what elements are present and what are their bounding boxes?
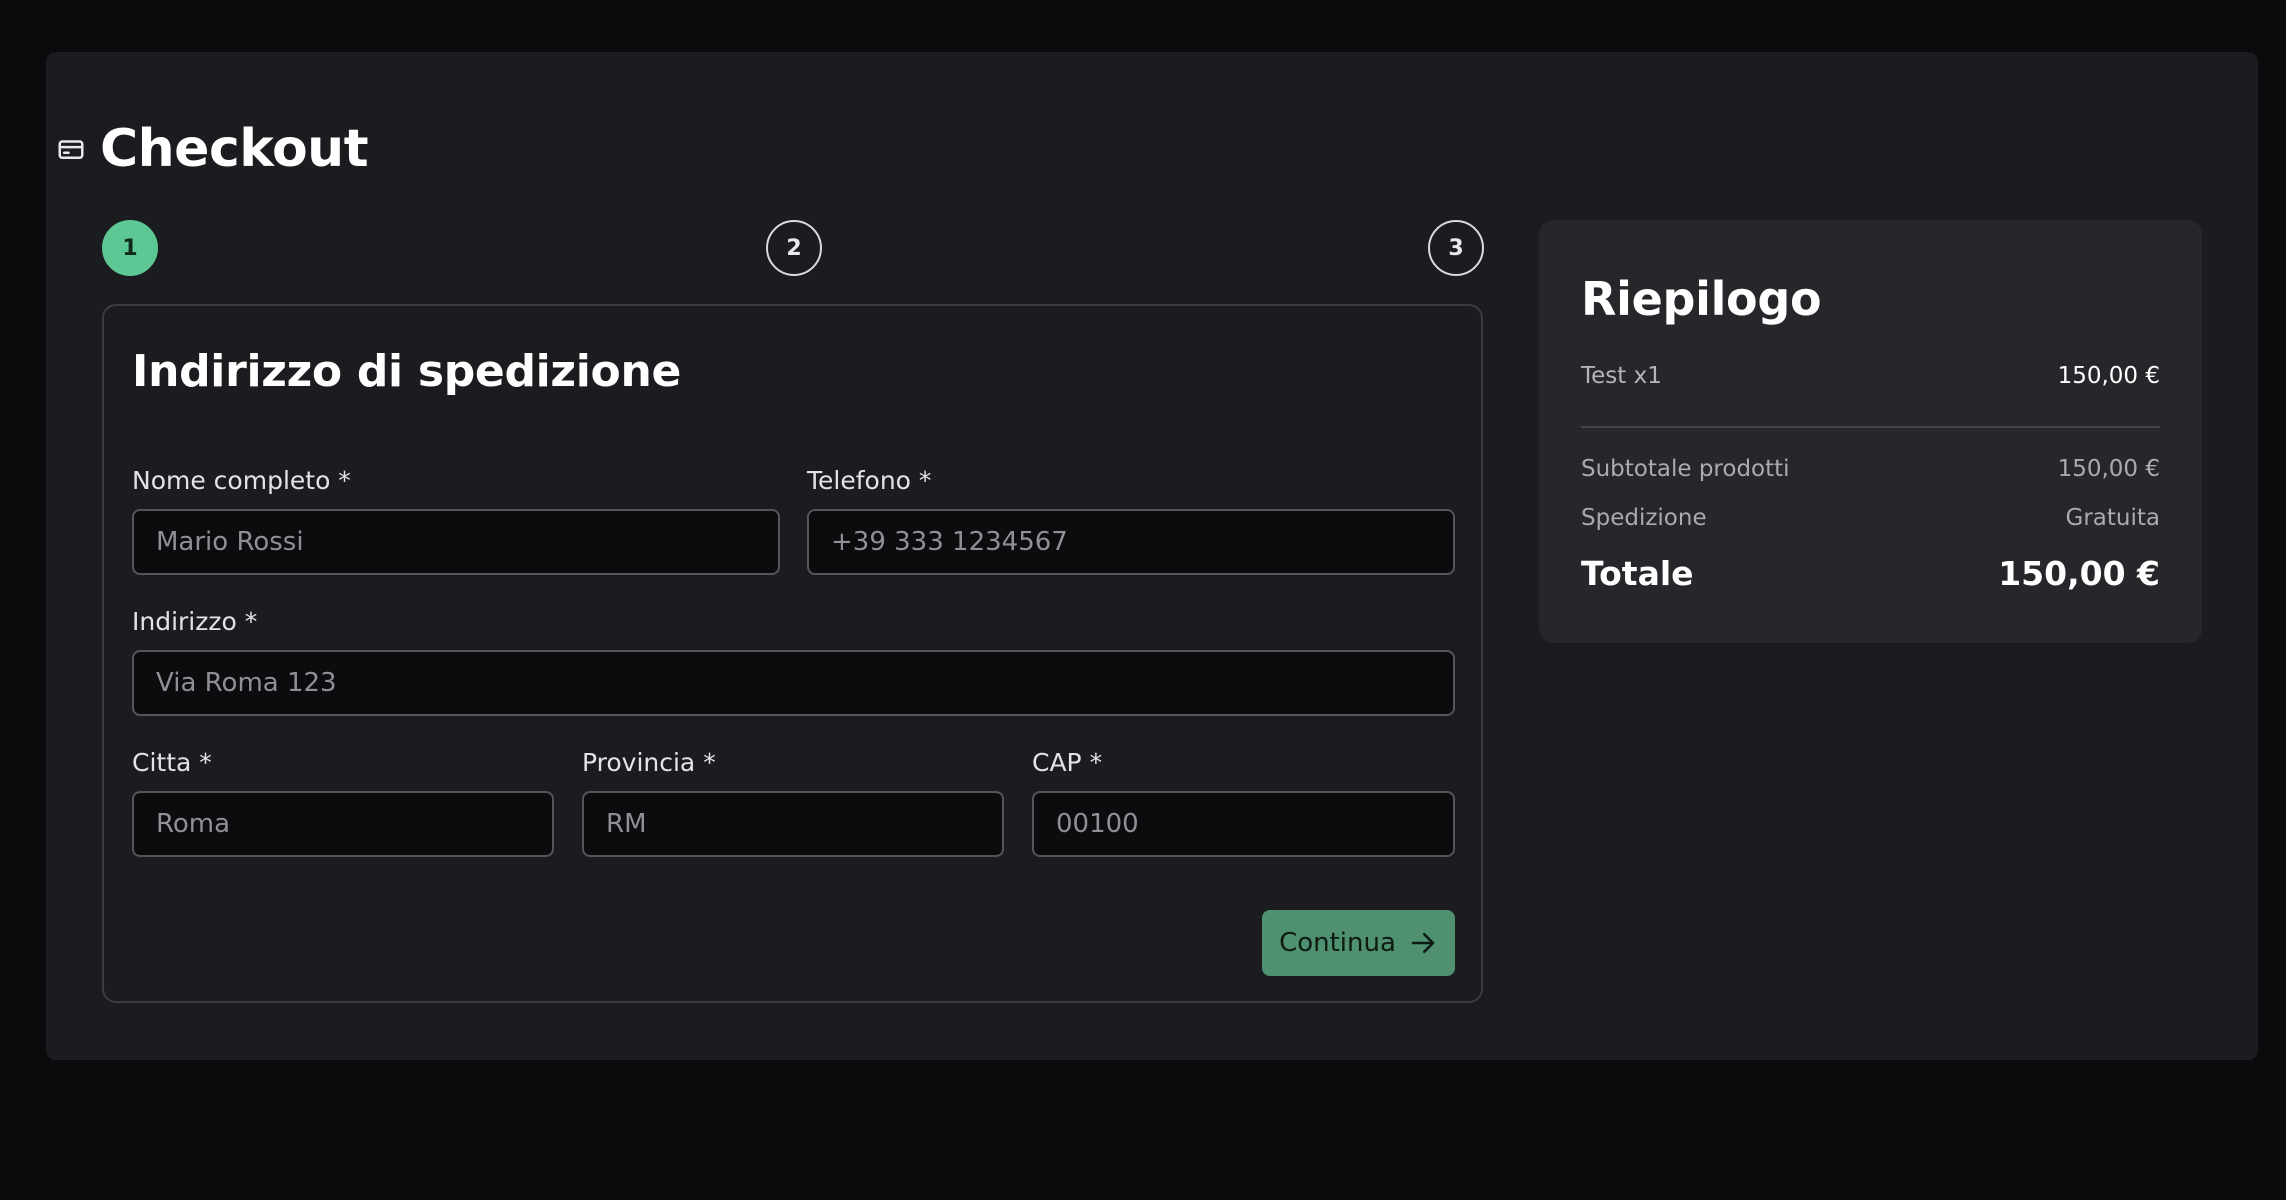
phone-field-group: Telefono *	[807, 466, 1455, 575]
checkout-stepper: 1 2 3	[56, 220, 1484, 278]
shipping-row: Spedizione Gratuita	[1581, 505, 2160, 531]
arrow-right-icon	[1408, 928, 1438, 958]
subtotal-value: 150,00 €	[2057, 456, 2160, 482]
shipping-label: Spedizione	[1581, 505, 1707, 531]
summary-title: Riepilogo	[1581, 272, 1822, 326]
city-input[interactable]	[132, 791, 554, 857]
city-label: Citta *	[132, 748, 212, 777]
credit-card-icon	[56, 134, 86, 164]
shipping-form-card: Indirizzo di spedizione Nome completo * …	[102, 304, 1483, 1003]
address-input[interactable]	[132, 650, 1455, 716]
summary-item-label: Test x1	[1581, 363, 1662, 389]
summary-item-price: 150,00 €	[2057, 363, 2160, 389]
step-3-indicator[interactable]: 3	[1428, 220, 1484, 276]
page-header: Checkout	[56, 118, 369, 180]
summary-item-row: Test x1 150,00 €	[1581, 363, 2160, 389]
order-summary-card: Riepilogo Test x1 150,00 € Subtotale pro…	[1539, 220, 2202, 643]
address-label: Indirizzo *	[132, 607, 258, 636]
step-2-indicator[interactable]: 2	[766, 220, 822, 276]
subtotal-row: Subtotale prodotti 150,00 €	[1581, 456, 2160, 482]
province-label: Provincia *	[582, 748, 716, 777]
page-title: Checkout	[100, 119, 369, 179]
province-field-group: Provincia *	[582, 748, 1004, 857]
postal-code-label: CAP *	[1032, 748, 1103, 777]
phone-label: Telefono *	[807, 466, 932, 495]
province-input[interactable]	[582, 791, 1004, 857]
form-title: Indirizzo di spedizione	[132, 346, 682, 397]
postal-code-field-group: CAP *	[1032, 748, 1455, 857]
step-1-indicator[interactable]: 1	[102, 220, 158, 276]
city-field-group: Citta *	[132, 748, 554, 857]
total-value: 150,00 €	[1998, 554, 2160, 593]
total-label: Totale	[1581, 554, 1694, 593]
phone-input[interactable]	[807, 509, 1455, 575]
subtotal-label: Subtotale prodotti	[1581, 456, 1790, 482]
address-field-group: Indirizzo *	[132, 607, 1455, 716]
summary-divider	[1581, 426, 2160, 428]
total-row: Totale 150,00 €	[1581, 554, 2160, 593]
continue-label: Continua	[1279, 928, 1396, 958]
continue-button[interactable]: Continua	[1262, 910, 1455, 976]
full-name-input[interactable]	[132, 509, 780, 575]
full-name-field-group: Nome completo *	[132, 466, 780, 575]
postal-code-input[interactable]	[1032, 791, 1455, 857]
full-name-label: Nome completo *	[132, 466, 351, 495]
shipping-value: Gratuita	[2065, 505, 2160, 531]
